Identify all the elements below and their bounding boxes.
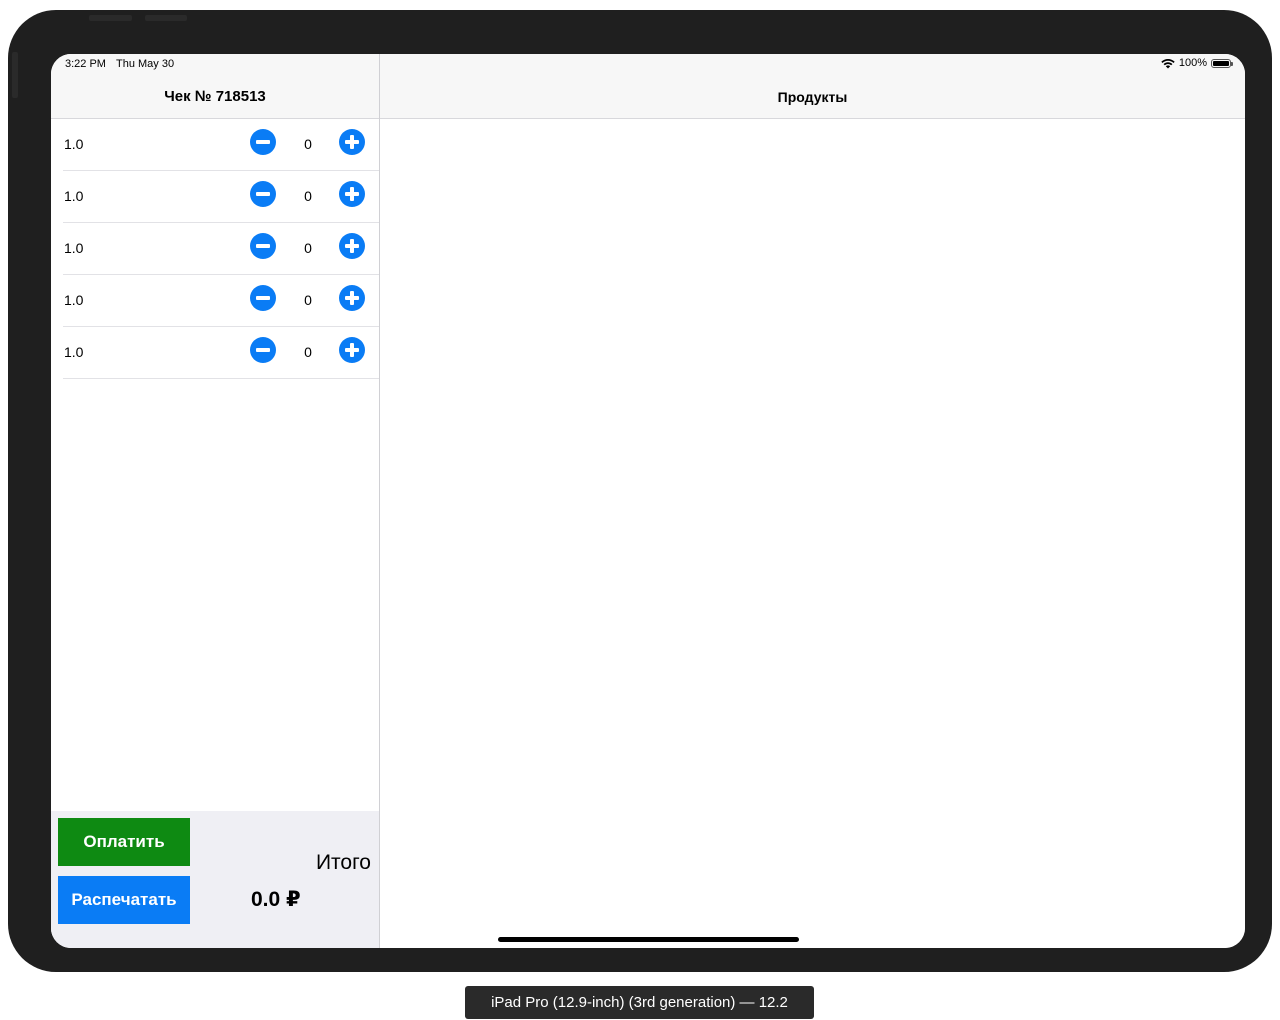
decrement-button[interactable]: [250, 181, 276, 207]
increment-button[interactable]: [339, 337, 365, 363]
side-hardware-button: [12, 52, 18, 98]
increment-button[interactable]: [339, 285, 365, 311]
pay-button[interactable]: Оплатить: [58, 818, 190, 866]
receipt-footer: Оплатить Распечатать Итого 0.0 ₽: [51, 811, 379, 948]
status-time: 3:22 PM: [65, 58, 106, 70]
top-hardware-button: [145, 15, 187, 21]
status-date: Thu May 30: [116, 58, 175, 70]
increment-button[interactable]: [339, 129, 365, 155]
minus-icon: [256, 348, 270, 352]
item-quantity: 0: [304, 292, 312, 308]
increment-button[interactable]: [339, 233, 365, 259]
receipt-item-row[interactable]: 1.0 0: [63, 223, 379, 275]
minus-icon: [256, 140, 270, 144]
receipt-item-row[interactable]: 1.0 0: [63, 327, 379, 379]
item-price: 1.0: [64, 240, 84, 256]
products-pane: Продукты: [380, 54, 1245, 948]
item-quantity: 0: [304, 344, 312, 360]
item-quantity: 0: [304, 188, 312, 204]
item-price: 1.0: [64, 136, 84, 152]
top-hardware-button: [89, 15, 132, 21]
wifi-icon: [1161, 58, 1175, 68]
home-indicator[interactable]: [498, 937, 799, 942]
item-quantity: 0: [304, 240, 312, 256]
decrement-button[interactable]: [250, 285, 276, 311]
minus-icon: [256, 244, 270, 248]
item-price: 1.0: [64, 188, 84, 204]
decrement-button[interactable]: [250, 337, 276, 363]
total-label: Итого: [315, 851, 371, 874]
print-button[interactable]: Распечатать: [58, 876, 190, 924]
status-indicators: 100%: [1161, 57, 1233, 69]
minus-icon: [256, 192, 270, 196]
ipad-frame: 3:22 PM Thu May 30 100% Чек № 718513 1.0: [8, 10, 1272, 972]
total-value: 0.0 ₽: [251, 888, 301, 911]
device-caption: iPad Pro (12.9-inch) (3rd generation) — …: [465, 986, 814, 1019]
receipt-item-list[interactable]: 1.0 0 1.0 0 1.0 0 1.0 0 1.0 0: [51, 119, 379, 379]
status-bar: 3:22 PM Thu May 30 100%: [51, 54, 1245, 74]
increment-button[interactable]: [339, 181, 365, 207]
item-price: 1.0: [64, 292, 84, 308]
products-title: Продукты: [777, 89, 848, 105]
receipt-item-row[interactable]: 1.0 0: [63, 275, 379, 327]
battery-icon: [1211, 58, 1233, 68]
decrement-button[interactable]: [250, 129, 276, 155]
item-price: 1.0: [64, 344, 84, 360]
receipt-item-row[interactable]: 1.0 0: [63, 171, 379, 223]
battery-percent: 100%: [1178, 57, 1207, 69]
decrement-button[interactable]: [250, 233, 276, 259]
screen: 3:22 PM Thu May 30 100% Чек № 718513 1.0: [51, 54, 1245, 948]
receipt-title: Чек № 718513: [164, 88, 266, 105]
item-quantity: 0: [304, 136, 312, 152]
receipt-pane: Чек № 718513 1.0 0 1.0 0 1.0 0 1.0 0 1.0…: [51, 54, 380, 948]
minus-icon: [256, 296, 270, 300]
receipt-item-row[interactable]: 1.0 0: [63, 119, 379, 171]
